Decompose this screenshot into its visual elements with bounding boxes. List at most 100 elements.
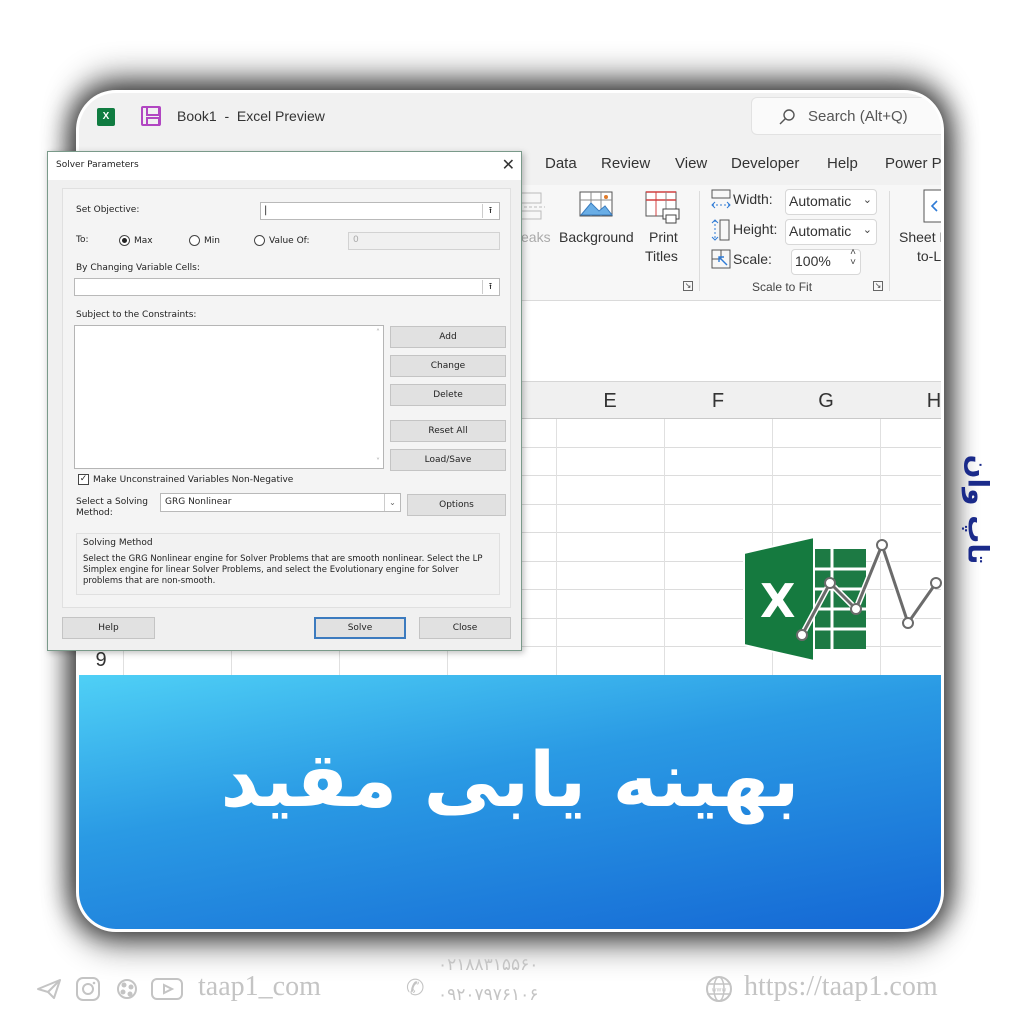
options-button[interactable]: Options [407, 494, 506, 516]
solving-method-value: GRG Nonlinear [165, 497, 232, 507]
non-negative-checkbox[interactable]: ✓ [78, 474, 89, 485]
solving-method-description: Solving Method Select the GRG Nonlinear … [76, 533, 500, 595]
scale-label: Scale: [733, 251, 772, 267]
chevron-down-icon: ⌄ [862, 224, 872, 236]
column-header-e[interactable]: E [556, 390, 664, 413]
trend-point [876, 539, 888, 551]
min-label: Min [204, 236, 220, 246]
tab-power-pivot[interactable]: Power P [885, 155, 941, 172]
column-header-g[interactable]: G [772, 390, 880, 413]
solving-method-heading: Solving Method [83, 538, 153, 548]
spin-arrows-icon[interactable]: ˄ ˅ [850, 248, 856, 268]
constraints-listbox[interactable]: ˄ ˅ [74, 325, 384, 469]
scale-icon [711, 249, 731, 269]
aparat-icon[interactable] [114, 977, 140, 1001]
value-of-input[interactable]: 0 [348, 232, 500, 250]
breaks-icon [519, 192, 545, 220]
banner-title: بهینه یابی مقید [220, 735, 802, 824]
close-icon[interactable]: ✕ [502, 155, 515, 174]
tab-data[interactable]: Data [545, 155, 577, 172]
brand-logo: تاپ وان [958, 448, 998, 578]
changing-cells-input[interactable]: ⭱ [74, 278, 500, 296]
sheet-rtl-label-1: Sheet F [899, 229, 944, 245]
delete-button[interactable]: Delete [390, 384, 506, 406]
print-titles-label-2: Titles [645, 248, 678, 264]
collapse-dialog-icon[interactable]: ⭱ [482, 204, 498, 218]
scroll-up-icon[interactable]: ˄ [376, 328, 380, 337]
svg-text:www: www [712, 987, 727, 994]
add-button[interactable]: Add [390, 326, 506, 348]
text-cursor: | [264, 205, 268, 216]
website-link[interactable]: https://taap1.com [744, 971, 938, 1003]
excel-chart-logo: X [743, 535, 942, 663]
title-banner: بهینه یابی مقید [79, 675, 941, 929]
max-radio[interactable] [119, 235, 130, 246]
width-dropdown[interactable]: Automatic ⌄ [785, 189, 877, 215]
width-icon [711, 189, 731, 209]
phone-number-1[interactable]: ۰۲۱۸۸۳۱۵۵۶۰ [438, 955, 538, 975]
height-dropdown[interactable]: Automatic ⌄ [785, 219, 877, 245]
title-bar: X Book1 - Excel Preview Search (Alt+Q) [79, 93, 941, 141]
chevron-down-icon: ⌄ [384, 494, 400, 511]
search-icon [779, 109, 795, 125]
ribbon-separator [699, 191, 700, 291]
collapse-dialog-icon[interactable]: ⭱ [482, 280, 498, 294]
column-header-f[interactable]: F [664, 390, 772, 413]
to-label: To: [76, 235, 89, 245]
solving-method-label-1: Select a Solving [76, 497, 148, 507]
social-handle[interactable]: taap1_com [198, 971, 321, 1003]
dialog-panel: Set Objective: | ⭱ To: Max Min Value Of:… [62, 188, 511, 608]
solver-parameters-dialog: Solver Parameters ✕ Set Objective: | ⭱ T… [47, 151, 522, 651]
footer: taap1_com ✆ ۰۲۱۸۸۳۱۵۵۶۰ ۰۹۲۰۷۹۷۶۱۰۶ www … [0, 955, 1024, 1015]
scroll-down-icon[interactable]: ˅ [376, 457, 380, 466]
height-value: Automatic [789, 223, 852, 239]
svg-text:X: X [760, 574, 795, 628]
solve-button[interactable]: Solve [314, 617, 406, 639]
solving-method-text-3: problems that are non-smooth. [83, 576, 216, 586]
save-icon[interactable] [141, 106, 161, 126]
change-button[interactable]: Change [390, 355, 506, 377]
search-input[interactable]: Search (Alt+Q) [751, 97, 941, 135]
trend-point [796, 629, 808, 641]
width-value: Automatic [789, 193, 852, 209]
row-header-9[interactable]: 9 [79, 649, 123, 672]
changing-cells-label: By Changing Variable Cells: [76, 263, 200, 273]
telegram-icon[interactable] [36, 977, 62, 1001]
background-label: Background [559, 229, 634, 245]
phone-number-2[interactable]: ۰۹۲۰۷۹۷۶۱۰۶ [438, 985, 538, 1005]
sheet-rtl-label-2: to-L [917, 248, 942, 264]
set-objective-label: Set Objective: [76, 205, 140, 215]
set-objective-input[interactable]: | ⭱ [260, 202, 500, 220]
value-of-label: Value Of: [269, 236, 310, 246]
scale-to-fit-launcher-icon[interactable]: ↘ [873, 281, 883, 291]
excel-icon: X [97, 108, 115, 126]
close-button[interactable]: Close [419, 617, 511, 639]
non-negative-label: Make Unconstrained Variables Non-Negativ… [93, 475, 294, 485]
solving-method-select[interactable]: GRG Nonlinear ⌄ [160, 493, 401, 512]
load-save-button[interactable]: Load/Save [390, 449, 506, 471]
dialog-title-bar: Solver Parameters ✕ [48, 152, 521, 180]
page-setup-launcher-icon[interactable]: ↘ [683, 281, 693, 291]
column-header-h[interactable]: H [880, 390, 941, 413]
instagram-icon[interactable] [75, 977, 101, 1001]
tab-help[interactable]: Help [827, 155, 858, 172]
max-label: Max [134, 236, 153, 246]
value-of-radio[interactable] [254, 235, 265, 246]
scale-spinner[interactable]: 100% ˄ ˅ [791, 248, 861, 275]
trend-point [930, 577, 942, 589]
reset-all-button[interactable]: Reset All [390, 420, 506, 442]
min-radio[interactable] [189, 235, 200, 246]
solving-method-text-1: Select the GRG Nonlinear engine for Solv… [83, 554, 483, 564]
scale-value: 100% [795, 253, 831, 269]
scale-to-fit-group-label: Scale to Fit [752, 280, 813, 294]
dialog-title: Solver Parameters [56, 160, 139, 170]
tab-developer[interactable]: Developer [731, 155, 799, 172]
height-label: Height: [733, 221, 778, 237]
brand-text: تاپ وان [961, 454, 995, 565]
trend-point [824, 577, 836, 589]
help-button[interactable]: Help [62, 617, 155, 639]
background-picture-icon [579, 191, 614, 217]
tab-review[interactable]: Review [601, 155, 650, 172]
tab-view[interactable]: View [675, 155, 707, 172]
youtube-icon[interactable] [150, 977, 184, 1001]
